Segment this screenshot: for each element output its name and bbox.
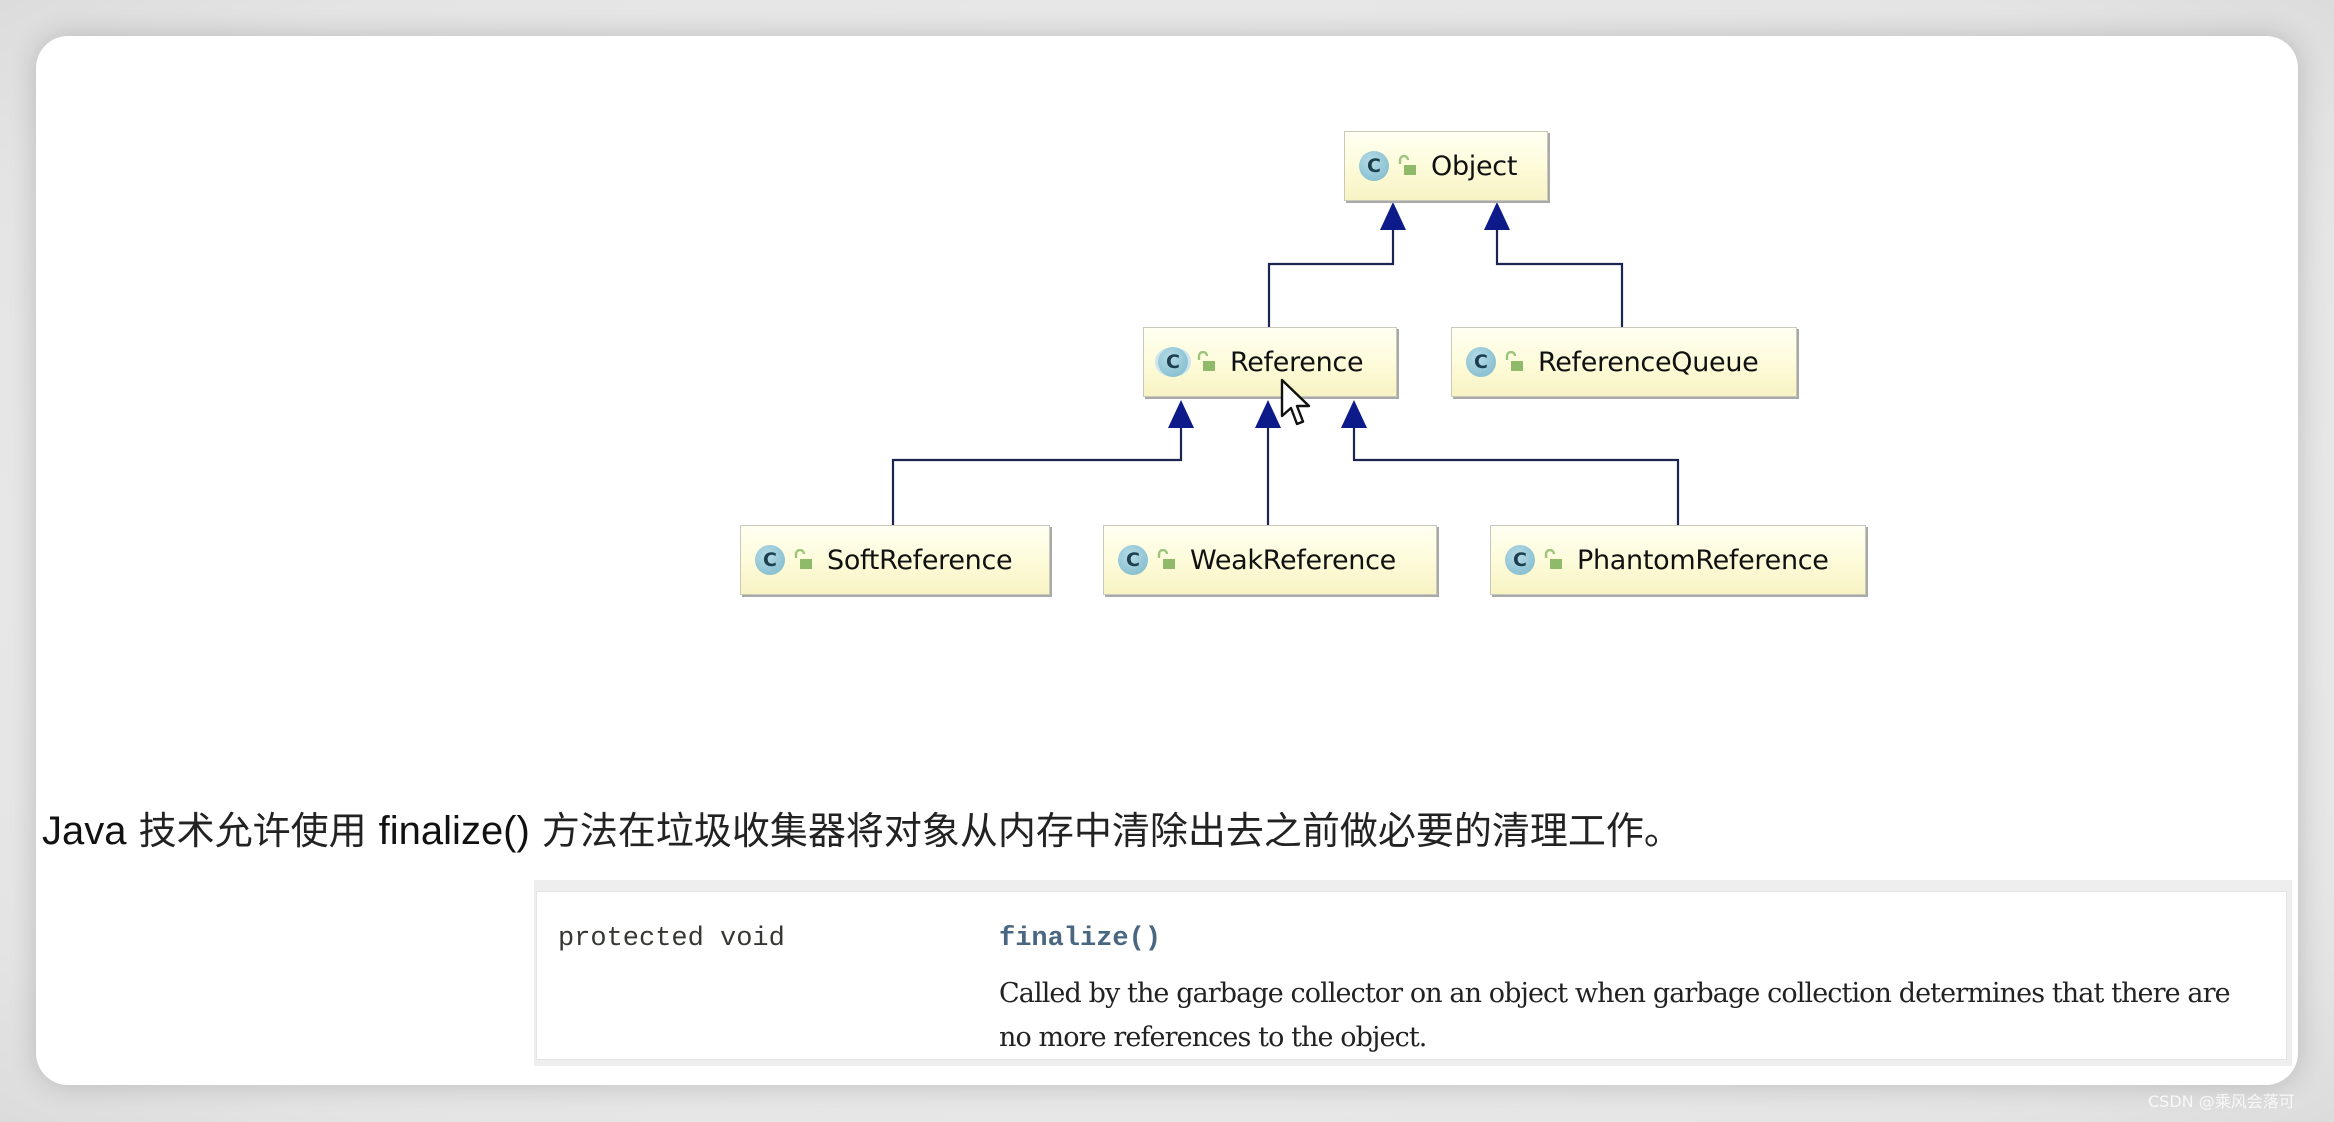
unlocked-lock-icon: [1157, 549, 1175, 569]
arrowhead-weakreference-to-reference: [1255, 400, 1281, 428]
node-label: Object: [1431, 150, 1518, 182]
unlocked-lock-icon: [1544, 549, 1562, 569]
unlocked-lock-icon: [1197, 351, 1215, 371]
unlocked-lock-icon: [1398, 155, 1416, 175]
caption-java: Java: [42, 809, 127, 853]
arrowhead-referencequeue-to-object: [1484, 202, 1510, 230]
class-icon: C: [755, 545, 785, 575]
node-label: ReferenceQueue: [1538, 346, 1759, 378]
caption-text-part2: 方法在垃圾收集器将对象从内存中清除出去之前做必要的清理工作。: [529, 809, 1682, 853]
edge-referencequeue-to-object: [1495, 230, 1624, 327]
edge-reference-to-object: [1267, 230, 1395, 327]
class-hierarchy-diagram: C Object C Reference C ReferenceQueue C …: [0, 0, 2334, 700]
arrowhead-softreference-to-reference: [1168, 400, 1194, 428]
method-description: Called by the garbage collector on an ob…: [999, 978, 2231, 1053]
class-icon: C: [1118, 545, 1148, 575]
class-icon: C: [1359, 151, 1389, 181]
edge-phantomreference-to-reference: [1352, 428, 1680, 525]
node-label: Reference: [1230, 346, 1364, 378]
arrowhead-phantomreference-to-reference: [1341, 400, 1367, 428]
unlocked-lock-icon: [794, 549, 812, 569]
method-modifier: protected void: [558, 924, 785, 954]
node-reference[interactable]: C Reference: [1143, 327, 1397, 397]
node-label: PhantomReference: [1577, 544, 1829, 576]
node-label: WeakReference: [1190, 544, 1396, 576]
class-icon: C: [1505, 545, 1535, 575]
watermark: CSDN @乘风会落可: [2148, 1092, 2295, 1111]
caption-method: finalize(): [378, 809, 530, 853]
class-icon: C: [1466, 347, 1496, 377]
node-object[interactable]: C Object: [1344, 131, 1548, 201]
mouse-cursor-icon: [1280, 378, 1311, 426]
arrowhead-reference-to-object: [1380, 202, 1406, 230]
node-weakreference[interactable]: C WeakReference: [1103, 525, 1437, 595]
caption-text-part1: 技术允许使用: [126, 809, 379, 853]
api-method-row: protected void finalize() Called by the …: [536, 891, 2287, 1060]
node-label: SoftReference: [827, 544, 1013, 576]
caption-text: Java 技术允许使用 finalize() 方法在垃圾收集器将对象从内存中清除…: [42, 800, 1682, 855]
method-name-link[interactable]: finalize(): [999, 924, 1161, 954]
node-phantomreference[interactable]: C PhantomReference: [1490, 525, 1866, 595]
abstract-class-icon: C: [1158, 347, 1188, 377]
node-referencequeue[interactable]: C ReferenceQueue: [1451, 327, 1797, 397]
api-method-table: protected void finalize() Called by the …: [534, 880, 2292, 1066]
edge-softreference-to-reference: [891, 428, 1183, 525]
unlocked-lock-icon: [1505, 351, 1523, 371]
node-softreference[interactable]: C SoftReference: [740, 525, 1050, 595]
